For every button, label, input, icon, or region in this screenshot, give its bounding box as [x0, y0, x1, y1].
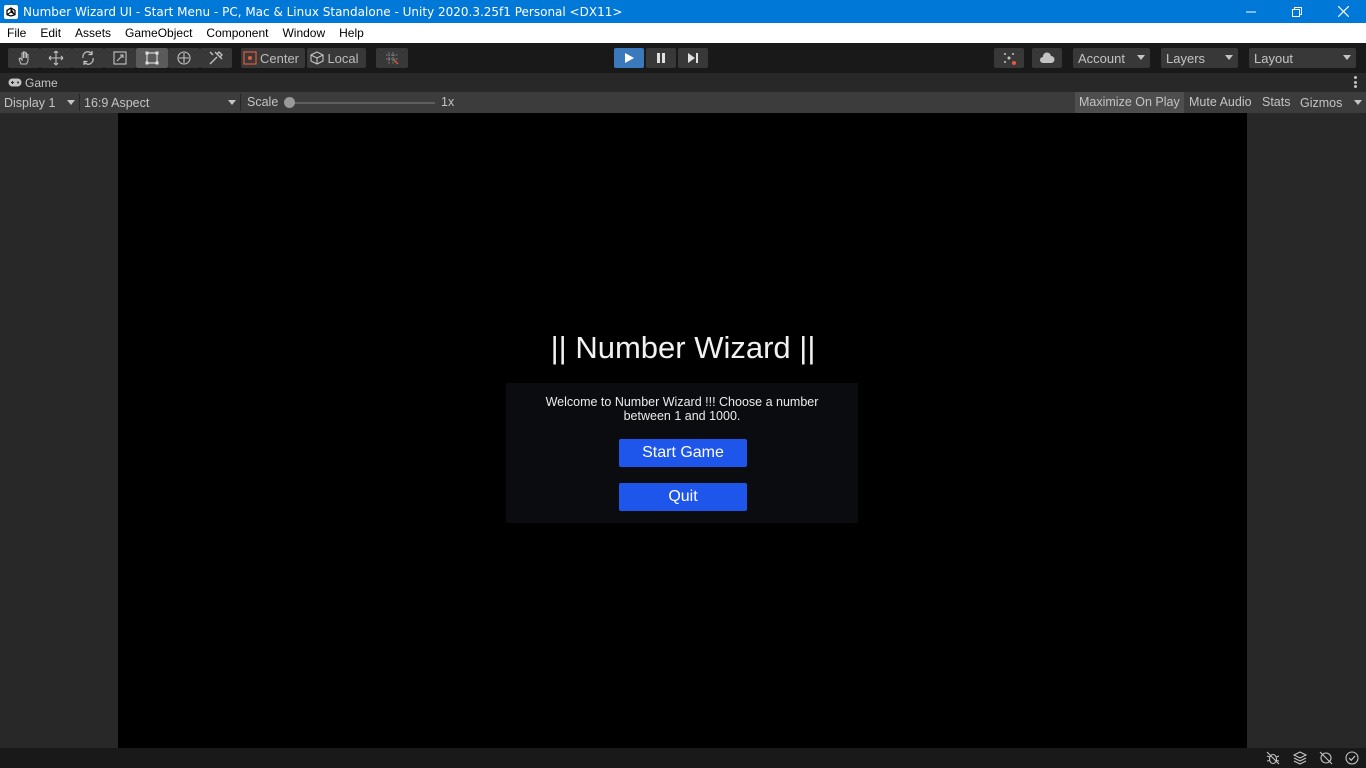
step-icon — [688, 53, 698, 63]
status-bar — [0, 748, 1366, 768]
menu-window[interactable]: Window — [275, 23, 332, 43]
divider — [240, 94, 241, 111]
menu-panel: Welcome to Number Wizard !!! Choose a nu… — [506, 383, 858, 523]
step-button[interactable] — [678, 48, 708, 68]
restore-icon — [1292, 6, 1302, 17]
menu-file[interactable]: File — [0, 23, 33, 43]
start-game-button[interactable]: Start Game — [619, 439, 747, 467]
stats-toggle[interactable]: Stats — [1258, 92, 1295, 113]
close-icon — [1337, 6, 1349, 17]
chevron-down-icon — [1354, 100, 1362, 105]
account-label: Account — [1078, 50, 1125, 66]
pivot-center-button[interactable]: Center — [241, 48, 305, 68]
layout-dropdown[interactable]: Layout — [1249, 48, 1356, 68]
tab-game-label: Game — [25, 75, 58, 90]
debug-mode-icon[interactable] — [1265, 750, 1281, 766]
layers-label: Layers — [1166, 50, 1206, 66]
layers-dropdown[interactable]: Layers — [1161, 48, 1238, 68]
cloud-button[interactable] — [1032, 48, 1062, 68]
tools-icon — [209, 51, 223, 65]
more-options-icon[interactable] — [1354, 76, 1358, 88]
game-title: || Number Wizard || — [550, 330, 816, 365]
menu-edit[interactable]: Edit — [33, 23, 68, 43]
rect-tool-button[interactable] — [136, 48, 168, 68]
cloud-icon — [1040, 52, 1055, 63]
space-local-button[interactable]: Local — [307, 48, 366, 68]
scale-tool-button[interactable] — [104, 48, 136, 68]
minimize-icon — [1246, 11, 1256, 12]
play-icon — [625, 53, 634, 63]
welcome-text: Welcome to Number Wizard !!! Choose a nu… — [545, 395, 819, 423]
chevron-down-icon — [1343, 55, 1351, 60]
maximize-on-play-toggle[interactable]: Maximize On Play — [1075, 92, 1184, 113]
menu-assets[interactable]: Assets — [68, 23, 118, 43]
layout-label: Layout — [1254, 50, 1294, 66]
scale-icon — [113, 51, 127, 65]
unity-logo-icon — [4, 4, 18, 19]
rotate-icon — [82, 51, 94, 65]
window-title: Number Wizard UI - Start Menu - PC, Mac … — [23, 4, 623, 19]
pause-icon — [657, 53, 665, 63]
gizmos-dropdown[interactable]: Gizmos — [1296, 92, 1366, 113]
chevron-down-icon — [228, 100, 236, 105]
display-dropdown[interactable]: Display 1 — [0, 92, 79, 113]
close-button[interactable] — [1320, 0, 1366, 23]
space-label: Local — [327, 50, 359, 66]
menu-help[interactable]: Help — [332, 23, 371, 43]
scale-label: Scale — [247, 95, 279, 109]
gizmos-label: Gizmos — [1300, 95, 1343, 110]
collab-icon — [1004, 53, 1016, 65]
pivot-label: Center — [259, 50, 300, 66]
move-icon — [48, 50, 64, 66]
account-dropdown[interactable]: Account — [1073, 48, 1150, 68]
rect-transform-icon — [145, 51, 159, 65]
chevron-down-icon — [67, 100, 75, 105]
hand-tool-button[interactable] — [8, 48, 40, 68]
grid-snap-icon — [386, 52, 399, 65]
scale-value: 1x — [441, 95, 455, 109]
pivot-icon — [243, 51, 257, 65]
grid-snap-button[interactable] — [376, 48, 408, 68]
play-button[interactable] — [614, 48, 644, 68]
chevron-down-icon — [1225, 55, 1233, 60]
restore-button[interactable] — [1274, 0, 1320, 23]
custom-tool-button[interactable] — [200, 48, 232, 68]
transform-tool-button[interactable] — [168, 48, 200, 68]
hand-icon — [18, 51, 29, 65]
tab-game[interactable]: Game — [0, 76, 58, 90]
layers-stack-icon[interactable] — [1292, 750, 1308, 766]
title-bar: Number Wizard UI - Start Menu - PC, Mac … — [0, 0, 1366, 23]
aspect-dropdown[interactable]: 16:9 Aspect — [80, 92, 240, 113]
scale-slider-thumb[interactable] — [284, 97, 295, 108]
menu-bar: File Edit Assets GameObject Component Wi… — [0, 23, 1366, 43]
aspect-label: 16:9 Aspect — [84, 95, 150, 110]
scale-slider-track[interactable] — [289, 102, 435, 104]
chevron-down-icon — [1137, 55, 1145, 60]
lighting-off-icon[interactable] — [1318, 750, 1334, 766]
collab-button[interactable] — [994, 48, 1024, 68]
game-view-toolbar: Display 1 16:9 Aspect Scale 1x Maximize … — [0, 92, 1366, 113]
mute-audio-toggle[interactable]: Mute Audio — [1185, 92, 1256, 113]
check-icon[interactable] — [1344, 750, 1360, 766]
move-tool-button[interactable] — [40, 48, 72, 68]
local-cube-icon — [310, 51, 325, 65]
gamepad-icon — [8, 78, 22, 87]
menu-component[interactable]: Component — [199, 23, 275, 43]
main-toolbar: Center Local Account Layers Layout — [0, 43, 1366, 73]
menu-gameobject[interactable]: GameObject — [118, 23, 199, 43]
quit-button[interactable]: Quit — [619, 483, 747, 511]
display-label: Display 1 — [4, 95, 56, 110]
rotate-tool-button[interactable] — [72, 48, 104, 68]
minimize-button[interactable] — [1228, 0, 1274, 23]
game-tab-header: Game — [0, 73, 1366, 92]
transform-icon — [177, 51, 191, 65]
pause-button[interactable] — [646, 48, 676, 68]
